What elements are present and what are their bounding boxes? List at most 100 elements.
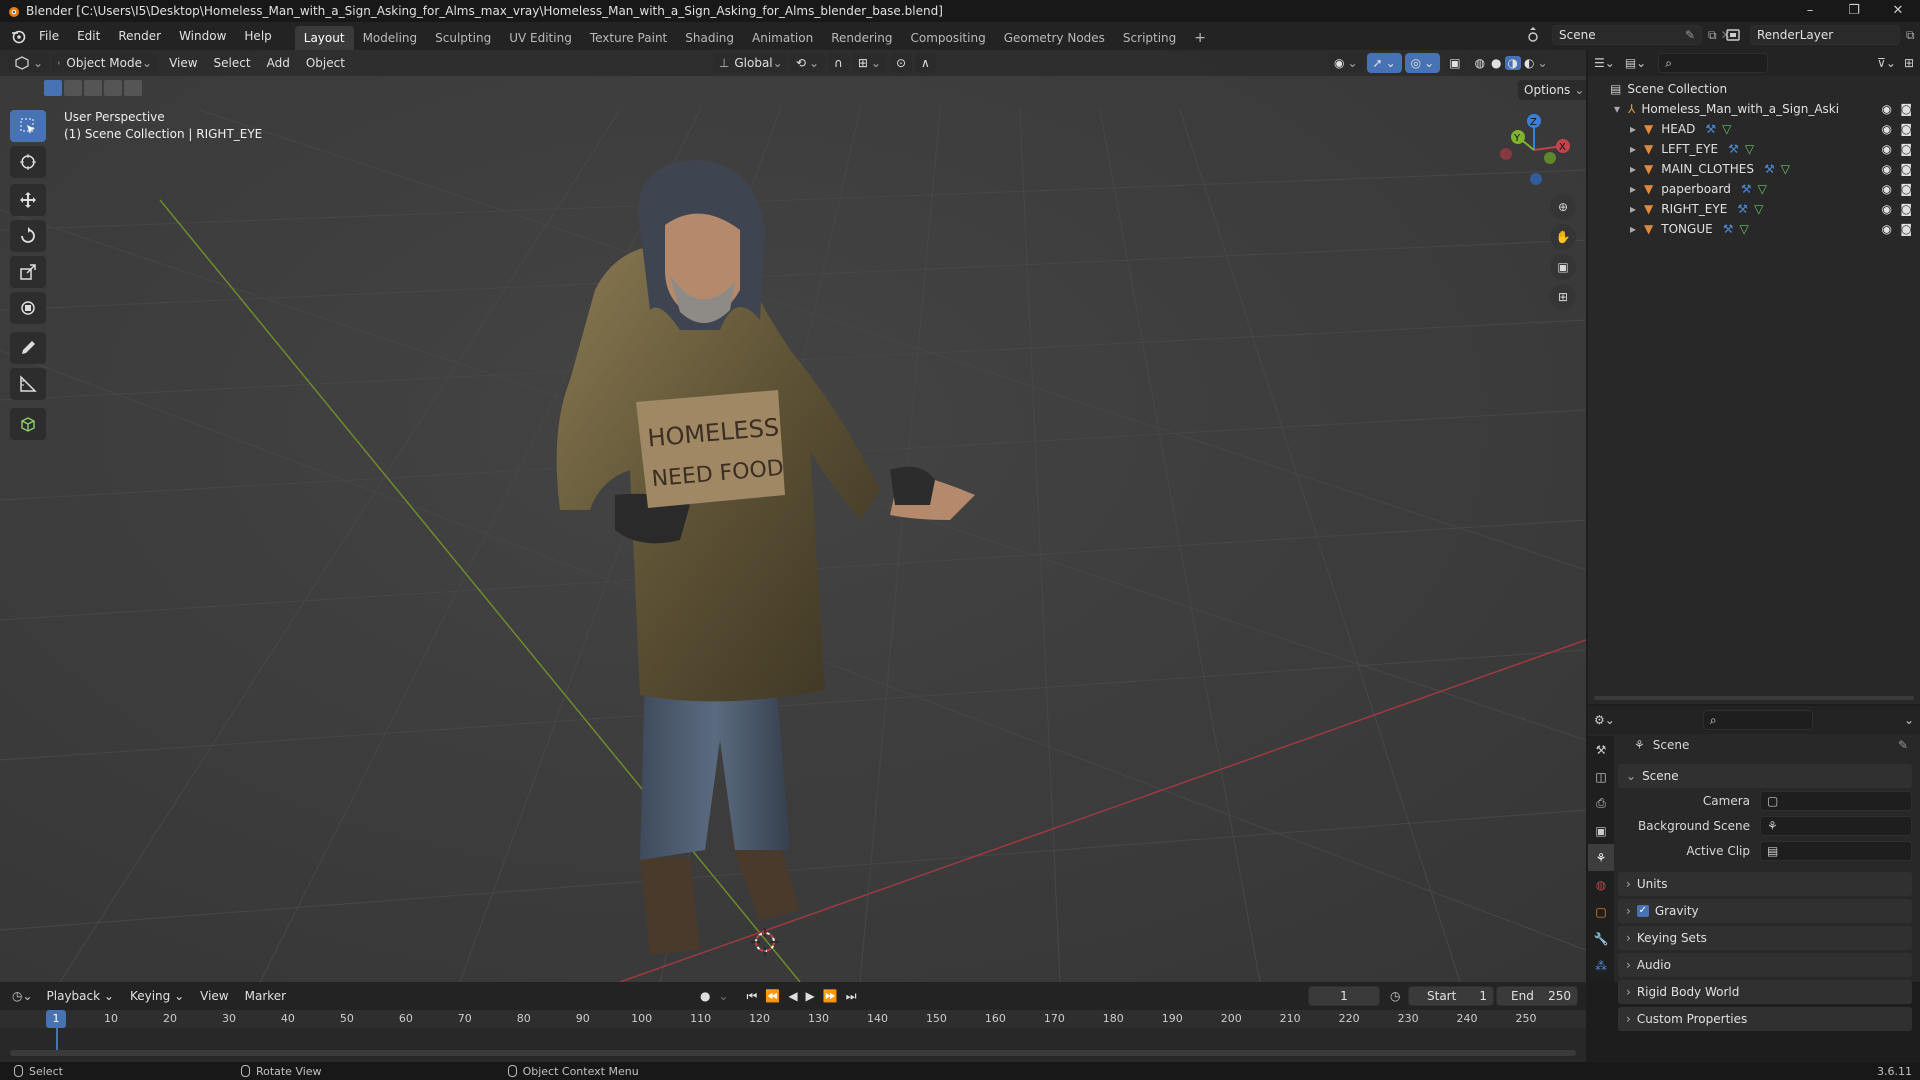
outliner-object-row[interactable]: ▸ ▼ MAIN_CLOTHES ⚒ ▽ ◉ ◙: [1588, 159, 1920, 179]
scene-panel-header[interactable]: ⌄ Scene: [1618, 764, 1912, 788]
xray-toggle[interactable]: ▣: [1443, 53, 1467, 73]
measure-tool[interactable]: [10, 368, 46, 400]
timeline-menu-playback[interactable]: Playback ⌄: [39, 982, 122, 1010]
menu-window[interactable]: Window: [170, 22, 235, 50]
add-cube-tool[interactable]: [10, 408, 46, 440]
new-collection-icon[interactable]: ⊞: [1904, 56, 1914, 70]
proportional-edit-toggle[interactable]: ⊙: [889, 53, 913, 73]
mesh-data-icon[interactable]: ▽: [1722, 122, 1731, 136]
next-keyframe-icon[interactable]: ⏩: [823, 989, 838, 1003]
timeline-menu-marker[interactable]: Marker: [237, 982, 294, 1010]
minimize-button[interactable]: –: [1788, 0, 1832, 22]
material-shading-icon[interactable]: ◑: [1504, 56, 1522, 70]
transform-tool[interactable]: [10, 292, 46, 324]
viewport-menu-object[interactable]: Object: [298, 50, 353, 76]
viewport-menu-select[interactable]: Select: [206, 50, 259, 76]
new-scene-icon[interactable]: ⧉: [1708, 28, 1717, 43]
outliner-object-row[interactable]: ▸ ▼ RIGHT_EYE ⚒ ▽ ◉ ◙: [1588, 199, 1920, 219]
render-camera-icon[interactable]: ◙: [1900, 182, 1912, 196]
view-layer-tab-icon[interactable]: ▣: [1588, 817, 1614, 844]
properties-editor-icon[interactable]: ⚙⌄: [1594, 713, 1615, 727]
render-camera-icon[interactable]: ◙: [1900, 142, 1912, 156]
property-panel-header[interactable]: › ✓ Gravity: [1618, 899, 1912, 923]
modifier-wrench-icon[interactable]: ⚒: [1728, 142, 1739, 156]
properties-search-input[interactable]: ⌕: [1702, 710, 1813, 730]
close-button[interactable]: ✕: [1876, 0, 1920, 22]
tab-animation[interactable]: Animation: [743, 26, 822, 50]
display-mode-icon[interactable]: ▤⌄: [1625, 56, 1646, 70]
scene-tab-icon[interactable]: ⚘: [1588, 844, 1614, 871]
modifier-wrench-icon[interactable]: ⚒: [1741, 182, 1752, 196]
tab-rendering[interactable]: Rendering: [822, 26, 901, 50]
viewport-menu-view[interactable]: View: [161, 50, 205, 76]
rendered-shading-icon[interactable]: ◐: [1521, 56, 1537, 70]
move-tool[interactable]: [10, 184, 46, 216]
select-subtract-icon[interactable]: [84, 80, 102, 96]
pin-icon[interactable]: ✎: [1898, 738, 1908, 752]
overlay-toggle[interactable]: ◎ ⌄: [1404, 53, 1441, 73]
render-camera-icon[interactable]: ◙: [1900, 102, 1912, 116]
object-tab-icon[interactable]: ▢: [1588, 898, 1614, 925]
blender-menu-icon[interactable]: [10, 28, 26, 44]
scene-collection-row[interactable]: ▤ Scene Collection: [1588, 79, 1920, 99]
tab-geometry-nodes[interactable]: Geometry Nodes: [995, 26, 1114, 50]
menu-file[interactable]: File: [30, 22, 68, 50]
select-extend-icon[interactable]: [64, 80, 82, 96]
output-tab-icon[interactable]: ⎙: [1588, 790, 1614, 817]
mesh-data-icon[interactable]: ▽: [1745, 142, 1754, 156]
property-field[interactable]: ▢: [1760, 791, 1912, 811]
transform-orientation-dropdown[interactable]: ⊥ Global ⌄: [712, 53, 787, 73]
visibility-eye-icon[interactable]: ◉: [1882, 202, 1892, 216]
rotate-tool[interactable]: [10, 220, 46, 252]
jump-start-icon[interactable]: ⏮: [747, 989, 758, 1004]
expand-icon[interactable]: ▸: [1630, 222, 1636, 236]
tab-shading[interactable]: Shading: [676, 26, 743, 50]
outliner-object-row[interactable]: ▸ ▼ LEFT_EYE ⚒ ▽ ◉ ◙: [1588, 139, 1920, 159]
wireframe-shading-icon[interactable]: ◍: [1472, 56, 1488, 70]
pivot-point-button[interactable]: ⟲ ⌄: [789, 53, 826, 73]
chevron-down-icon[interactable]: ⌄: [718, 989, 728, 1003]
render-layer-icon[interactable]: [1724, 26, 1746, 44]
play-icon[interactable]: ▶: [806, 989, 815, 1003]
tab-sculpting[interactable]: Sculpting: [426, 26, 500, 50]
property-panel-header[interactable]: › Rigid Body World: [1618, 980, 1912, 1004]
falloff-button[interactable]: ∧: [915, 53, 936, 73]
prev-keyframe-icon[interactable]: ⏪: [765, 989, 780, 1003]
visibility-eye-icon[interactable]: ◉: [1882, 102, 1892, 116]
filter-icon[interactable]: ⊽⌄: [1877, 56, 1896, 70]
stopwatch-icon[interactable]: ◷: [1390, 989, 1400, 1003]
shading-dropdown-icon[interactable]: ⌄: [1538, 56, 1548, 70]
viewport-scene[interactable]: HOMELESS NEED FOOD: [0, 50, 1586, 982]
scale-tool[interactable]: [10, 256, 46, 288]
editor-type-button[interactable]: ⌄: [8, 53, 50, 73]
playhead[interactable]: 1: [46, 1010, 66, 1028]
start-frame-field[interactable]: Start 1: [1408, 986, 1494, 1006]
menu-edit[interactable]: Edit: [68, 22, 109, 50]
select-new-icon[interactable]: [44, 80, 62, 96]
shading-modes[interactable]: ◍ ● ◑ ◐ ⌄: [1469, 53, 1550, 73]
tab-texture-paint[interactable]: Texture Paint: [581, 26, 676, 50]
new-layer-icon[interactable]: ⧉: [1906, 28, 1915, 43]
camera-view-button[interactable]: ▣: [1550, 254, 1576, 280]
property-panel-header[interactable]: › Keying Sets: [1618, 926, 1912, 950]
tab-modeling[interactable]: Modeling: [354, 26, 427, 50]
add-workspace-icon[interactable]: +: [1185, 26, 1215, 50]
navigation-gizmo[interactable]: Z X Y: [1494, 110, 1574, 190]
modifier-wrench-icon[interactable]: ⚒: [1764, 162, 1775, 176]
mesh-data-icon[interactable]: ▽: [1781, 162, 1790, 176]
properties-options-icon[interactable]: ⌄: [1904, 713, 1914, 727]
property-panel-header[interactable]: › Custom Properties: [1618, 1007, 1912, 1031]
outliner-search-input[interactable]: ⌕: [1658, 53, 1769, 73]
timeline-menu-keying[interactable]: Keying ⌄: [122, 982, 192, 1010]
timeline-menu-view[interactable]: View: [192, 982, 236, 1010]
outliner-object-row[interactable]: ▸ ▼ paperboard ⚒ ▽ ◉ ◙: [1588, 179, 1920, 199]
visibility-eye-icon[interactable]: ◉: [1882, 162, 1892, 176]
select-intersect-icon[interactable]: [124, 80, 142, 96]
expand-icon[interactable]: ▸: [1630, 122, 1636, 136]
annotate-tool[interactable]: [10, 332, 46, 364]
expand-icon[interactable]: ▸: [1630, 202, 1636, 216]
modifier-tab-icon[interactable]: 🔧: [1588, 925, 1614, 952]
tool-tab-icon[interactable]: ⚒: [1588, 736, 1614, 763]
expand-icon[interactable]: ▸: [1630, 162, 1636, 176]
tab-layout[interactable]: Layout: [294, 26, 354, 50]
